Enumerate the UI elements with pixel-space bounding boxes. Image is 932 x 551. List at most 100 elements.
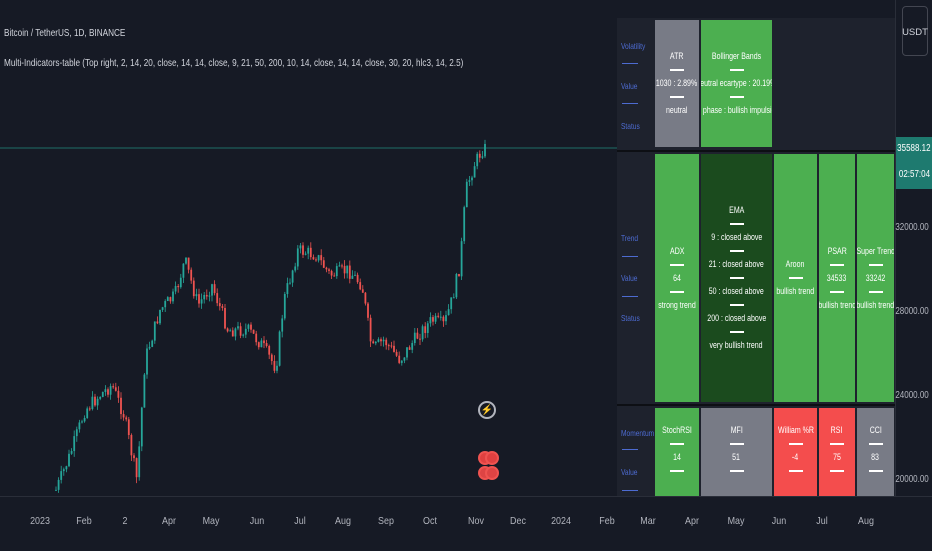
candle-body: [81, 421, 83, 423]
candle-body: [302, 245, 304, 255]
momentum-cell-4: CCI 83: [857, 408, 894, 496]
indicator-legend[interactable]: Multi-Indicators-table (Top right, 2, 14…: [4, 57, 463, 69]
country-flags-icon[interactable]: [478, 451, 500, 481]
time-axis[interactable]: [0, 496, 932, 551]
lightning-icon[interactable]: ⚡: [478, 401, 496, 419]
candle-body: [471, 177, 473, 181]
time-axis-label: Mar: [640, 515, 656, 527]
candle-body: [343, 265, 346, 274]
candle-body: [244, 328, 247, 335]
candle-body: [281, 318, 284, 332]
candle-body: [86, 408, 89, 418]
candle-body: [62, 469, 65, 472]
candle-body: [458, 274, 460, 277]
candle-body: [156, 321, 159, 324]
current-price-badge: 35588.12: [896, 137, 932, 159]
time-axis-label: Feb: [76, 515, 92, 527]
candle-body: [257, 342, 260, 348]
candle-body: [278, 331, 281, 366]
candle-body: [174, 286, 177, 292]
candle-body: [65, 466, 68, 470]
candle-body: [408, 347, 411, 350]
candle-body: [211, 284, 213, 296]
candle-body: [395, 351, 398, 356]
candle-body: [252, 329, 255, 334]
candle-body: [309, 247, 312, 258]
candle-body: [473, 166, 476, 178]
candle-body: [296, 248, 299, 267]
currency-button[interactable]: USDT: [902, 6, 928, 56]
candle-body: [270, 354, 273, 361]
candle-body: [78, 422, 81, 430]
momentum-cell-1: MFI 51: [701, 408, 772, 496]
row-label-value: Value: [621, 81, 638, 91]
candle-body: [101, 391, 104, 397]
candle-body: [146, 348, 148, 375]
price-label: 20000.00: [895, 474, 929, 485]
time-axis-label: Apr: [685, 515, 699, 527]
candle-body: [439, 316, 442, 318]
time-axis-label: Apr: [162, 515, 176, 527]
candle-body: [432, 317, 434, 322]
candle-body: [104, 389, 107, 392]
price-label: 28000.00: [895, 306, 929, 317]
candle-body: [307, 247, 310, 254]
row-label-value: Value: [621, 467, 638, 477]
candle-body: [406, 347, 408, 358]
candle-body: [419, 338, 421, 340]
ema-cell: EMA 9 : closed above 21 : closed above 5…: [701, 154, 772, 402]
candle-body: [120, 397, 122, 415]
candle-body: [109, 386, 112, 395]
candle-body: [476, 153, 479, 167]
candle-body: [91, 396, 94, 410]
candle-body: [127, 419, 130, 436]
candle-body: [107, 389, 109, 395]
candle-body: [208, 295, 211, 297]
candle-body: [268, 345, 271, 355]
candle-body: [424, 326, 427, 333]
candle-body: [55, 489, 57, 491]
price-label: 24000.00: [895, 390, 929, 401]
candle-body: [465, 181, 468, 208]
candle-body: [216, 293, 219, 304]
time-axis-label: Aug: [858, 515, 874, 527]
candle-body: [354, 274, 356, 276]
row-label-divider: [622, 63, 638, 64]
candle-body: [255, 333, 258, 343]
candle-body: [333, 275, 336, 277]
candle-body: [143, 374, 146, 408]
candle-body: [151, 340, 154, 347]
psar-cell: PSAR 34533 bullish trend: [819, 154, 855, 402]
time-axis-label: May: [202, 515, 220, 527]
candle-body: [190, 269, 193, 281]
symbol-title: Bitcoin / TetherUS, 1D, BINANCE: [4, 27, 126, 39]
candle-body: [416, 332, 419, 339]
candle-body: [429, 317, 432, 324]
candle-body: [478, 153, 481, 158]
candle-body: [320, 255, 323, 261]
candle-body: [289, 282, 291, 284]
candle-body: [117, 390, 120, 398]
candle-body: [369, 317, 372, 342]
candle-body: [88, 408, 91, 410]
candle-body: [234, 328, 237, 337]
time-axis-label: Jul: [816, 515, 828, 527]
candle-body: [387, 345, 390, 347]
candle-body: [224, 307, 226, 329]
time-axis-label: Jul: [294, 515, 306, 527]
candle-body: [335, 266, 338, 277]
candle-body: [179, 277, 182, 288]
price-axis[interactable]: 32000.00 28000.00 24000.00 20000.00: [895, 0, 932, 496]
row-label-trend: Trend: [621, 233, 639, 243]
time-axis-label: Jun: [771, 515, 787, 527]
time-axis-label: Feb: [599, 515, 615, 527]
atr-cell: ATR 1030 : 2.89% neutral: [655, 20, 699, 147]
candle-body: [317, 255, 320, 261]
candle-body: [203, 294, 206, 300]
candle-body: [283, 294, 286, 319]
candle-body: [239, 326, 242, 336]
candle-body: [83, 417, 86, 422]
candle-body: [328, 269, 330, 271]
candle-body: [94, 396, 96, 406]
candle-body: [291, 270, 294, 283]
